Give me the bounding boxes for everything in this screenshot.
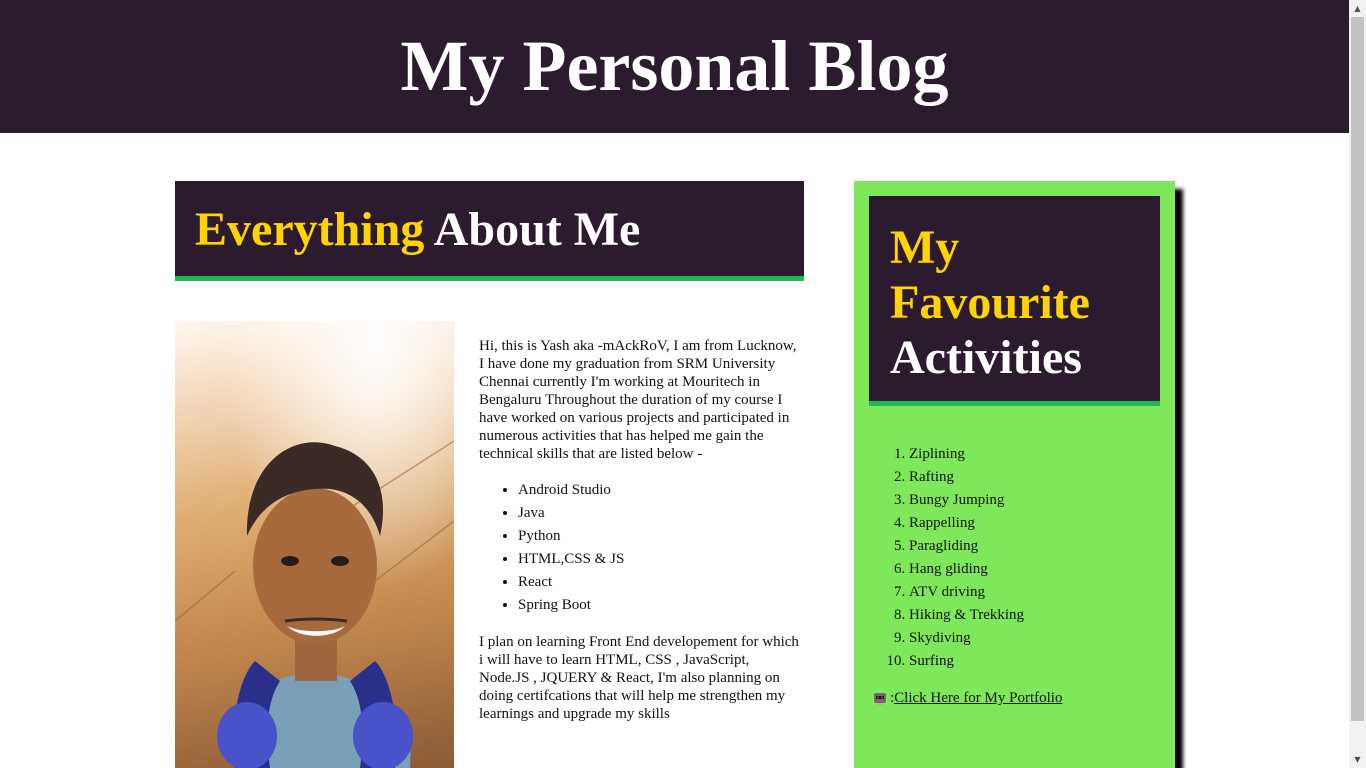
list-item: Spring Boot: [518, 594, 799, 617]
activities-heading-line1: My: [890, 221, 960, 274]
about-heading: Everything About Me: [195, 203, 640, 257]
list-item: Ziplining: [909, 443, 1024, 466]
list-item: Android Studio: [518, 479, 799, 502]
about-intro: Hi, this is Yash aka -mAckRoV, I am from…: [479, 338, 797, 462]
portfolio-link[interactable]: Click Here for My Portfolio: [894, 689, 1062, 707]
profile-photo: [175, 321, 454, 768]
list-item: Java: [518, 502, 799, 525]
scrollbar-thumb[interactable]: [1351, 17, 1364, 721]
about-plans: I plan on learning Front End developemen…: [479, 634, 799, 722]
skills-list: Android Studio Java Python HTML,CSS & JS…: [479, 479, 799, 617]
activities-heading-box: My Favourite Activities: [869, 196, 1160, 406]
about-heading-box: Everything About Me: [175, 181, 804, 281]
about-heading-rest: About Me: [433, 203, 641, 256]
activities-sidebar: My Favourite Activities Ziplining Raftin…: [854, 181, 1175, 768]
list-item: Hang gliding: [909, 558, 1024, 581]
site-title: My Personal Blog: [400, 26, 949, 106]
about-text: Hi, this is Yash aka -mAckRoV, I am from…: [479, 337, 799, 723]
scroll-down-arrow-icon[interactable]: ▼: [1349, 751, 1366, 768]
list-item: ATV driving: [909, 581, 1024, 604]
list-item: React: [518, 571, 799, 594]
activities-heading-line2: Favourite: [890, 276, 1090, 329]
scroll-up-arrow-icon[interactable]: ▲: [1349, 0, 1366, 17]
profile-photo-illustration: [175, 321, 454, 768]
robot-icon: [872, 690, 888, 706]
page: My Personal Blog Everything About Me Hi,…: [0, 0, 1349, 768]
activities-heading: My Favourite Activities: [890, 220, 1090, 385]
vertical-scrollbar[interactable]: ▲ ▼: [1349, 0, 1366, 768]
list-item: Hiking & Trekking: [909, 604, 1024, 627]
list-item: Rafting: [909, 466, 1024, 489]
list-item: HTML,CSS & JS: [518, 548, 799, 571]
site-header: My Personal Blog: [0, 0, 1349, 133]
list-item: Python: [518, 525, 799, 548]
activities-list: Ziplining Rafting Bungy Jumping Rappelli…: [869, 443, 1024, 673]
activities-heading-line3: Activities: [890, 331, 1082, 384]
list-item: Paragliding: [909, 535, 1024, 558]
list-item: Skydiving: [909, 627, 1024, 650]
list-item: Surfing: [909, 650, 1024, 673]
list-item: Bungy Jumping: [909, 489, 1024, 512]
portfolio-line: : Click Here for My Portfolio: [872, 689, 1062, 707]
about-heading-highlight: Everything: [195, 203, 425, 256]
list-item: Rappelling: [909, 512, 1024, 535]
